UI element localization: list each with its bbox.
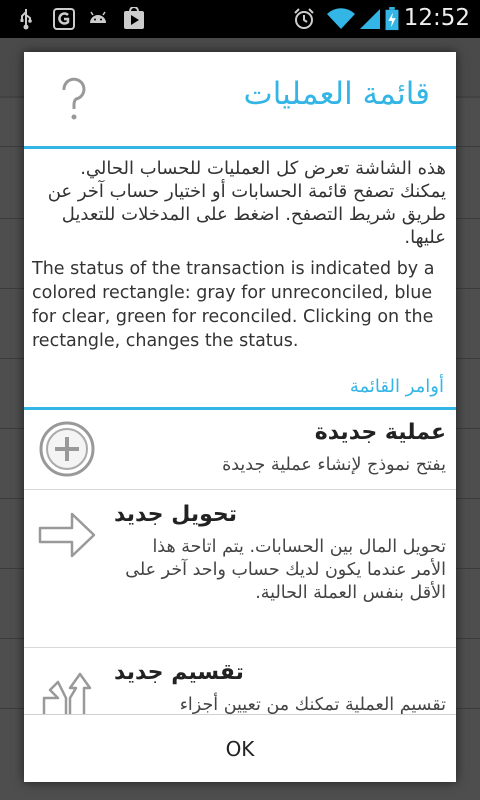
intro-text-english: The status of the transaction is indicat… (32, 259, 435, 351)
command-item-new-transaction: عملية جديدة يفتح نموذج لإنشاء عملية جديد… (24, 410, 456, 490)
dialog-title: قائمة العمليات (243, 76, 430, 112)
split-arrow-icon (42, 672, 92, 714)
command-title: تحويل جديد (114, 502, 237, 527)
dialog-header: قائمة العمليات (24, 52, 456, 149)
command-description: تقسيم العملية تمكنك من تعيين أجزاء (179, 695, 446, 714)
command-description: تحويل المال بين الحسابات. يتم اتاحة هذا … (125, 537, 446, 603)
status-bar: 12:52 (0, 0, 480, 38)
command-item-new-transfer: تحويل جديد تحويل المال بين الحسابات. يتم… (24, 490, 456, 648)
g-icon (53, 8, 75, 30)
command-description: يفتح نموذج لإنشاء عملية جديدة (222, 455, 446, 475)
plus-circle-icon (39, 421, 95, 477)
alarm-icon (294, 8, 314, 29)
status-time: 12:52 (403, 5, 470, 31)
command-item-new-split: تقسيم جديد تقسيم العملية تمكنك من تعيين … (24, 648, 456, 714)
ok-button[interactable]: OK (24, 715, 456, 782)
android-icon (90, 11, 106, 23)
section-label-menu-commands: أوامر القائمة (349, 376, 444, 397)
dialog-footer: OK (24, 714, 456, 782)
usb-icon (20, 9, 32, 30)
question-mark-icon (62, 77, 86, 120)
command-title: تقسيم جديد (114, 660, 244, 685)
command-title: عملية جديدة (314, 420, 446, 445)
dialog-body[interactable]: هذه الشاشة تعرض كل العمليات للحساب الحال… (24, 149, 456, 714)
play-store-icon (124, 7, 144, 29)
help-dialog: قائمة العمليات هذه الشاشة تعرض كل العملي… (24, 52, 456, 782)
arrow-right-icon (38, 512, 96, 558)
intro-text-arabic: هذه الشاشة تعرض كل العمليات للحساب الحال… (47, 158, 446, 248)
signal-icon (360, 9, 380, 29)
screen: 12:52 قائمة العمليات هذه الشاشة تعرض كل … (0, 0, 480, 800)
wifi-icon (327, 8, 355, 30)
battery-charging-icon (385, 7, 399, 31)
